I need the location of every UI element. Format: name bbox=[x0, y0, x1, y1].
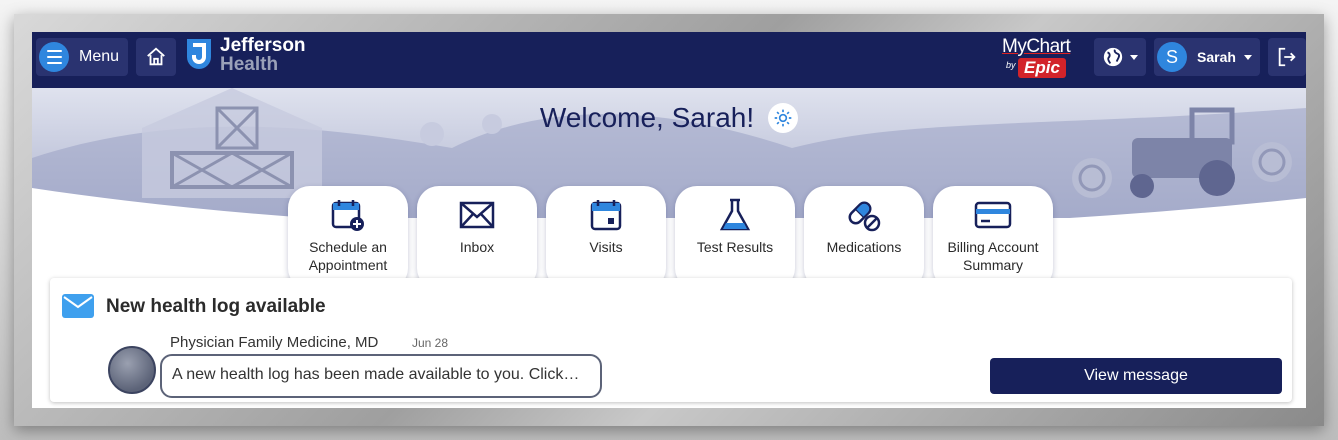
card-title: New health log available bbox=[106, 296, 326, 317]
home-button[interactable] bbox=[136, 38, 176, 76]
user-name: Sarah bbox=[1197, 49, 1236, 65]
pill-icon bbox=[848, 201, 881, 232]
mychart-app: Menu Jefferson Health MyChart by Epic S … bbox=[32, 32, 1306, 408]
mychart-epic-logo: MyChart by Epic bbox=[1002, 36, 1082, 80]
logout-button[interactable] bbox=[1268, 38, 1306, 76]
quick-link-medications[interactable]: Medications bbox=[804, 186, 924, 290]
logout-icon bbox=[1278, 47, 1296, 67]
avatar bbox=[108, 346, 156, 394]
health-log-message-card: New health log available Physician Famil… bbox=[50, 278, 1292, 402]
view-message-button[interactable]: View message bbox=[990, 358, 1282, 394]
calendar-plus-icon bbox=[331, 200, 364, 231]
mychart-by: by bbox=[1006, 60, 1016, 70]
avatar: S bbox=[1157, 42, 1187, 72]
jefferson-health-logo[interactable]: Jefferson Health bbox=[184, 36, 306, 74]
brand-name-line1: Jefferson bbox=[220, 35, 306, 56]
mychart-wordmark: MyChart bbox=[1002, 36, 1071, 57]
user-account-button[interactable]: S Sarah bbox=[1154, 38, 1260, 76]
home-icon bbox=[147, 47, 165, 66]
quick-link-test-results[interactable]: Test Results bbox=[675, 186, 795, 290]
envelope-icon bbox=[459, 201, 495, 229]
chevron-down-icon bbox=[1243, 54, 1252, 60]
quick-link-label: Billing Account Summary bbox=[947, 239, 1039, 273]
quick-link-label: Schedule an Appointment bbox=[308, 239, 388, 273]
message-preview[interactable]: A new health log has been made available… bbox=[160, 354, 602, 398]
menu-label: Menu bbox=[79, 48, 120, 65]
quick-link-inbox[interactable]: Inbox bbox=[417, 186, 537, 290]
quick-link-label: Medications bbox=[826, 239, 902, 255]
credit-card-icon bbox=[974, 201, 1012, 229]
language-button[interactable] bbox=[1094, 38, 1146, 76]
quick-link-label: Visits bbox=[589, 239, 623, 255]
chevron-down-icon bbox=[1130, 54, 1138, 60]
quick-link-visits[interactable]: Visits bbox=[546, 186, 666, 290]
globe-icon bbox=[1103, 47, 1123, 67]
calendar-icon bbox=[590, 200, 622, 231]
envelope-icon bbox=[62, 294, 94, 318]
message-sender: Physician Family Medicine, MD bbox=[170, 334, 379, 351]
gear-icon bbox=[774, 109, 792, 127]
hamburger-icon bbox=[39, 42, 69, 72]
quick-link-label: Test Results bbox=[696, 239, 774, 255]
menu-button[interactable]: Menu bbox=[36, 38, 128, 76]
flask-icon bbox=[719, 198, 751, 231]
epic-wordmark: Epic bbox=[1018, 58, 1066, 78]
quick-link-schedule-appointment[interactable]: Schedule an Appointment bbox=[288, 186, 408, 290]
jefferson-logo-icon bbox=[187, 39, 211, 69]
brand-name-line2: Health bbox=[220, 54, 279, 75]
quick-link-label: Inbox bbox=[459, 239, 495, 255]
page-title: Welcome, Sarah! bbox=[539, 102, 755, 133]
message-date: Jun 28 bbox=[412, 336, 449, 350]
top-nav-bar: Menu Jefferson Health MyChart by Epic S … bbox=[32, 32, 1306, 88]
quick-link-billing-summary[interactable]: Billing Account Summary bbox=[933, 186, 1053, 290]
personalize-button[interactable] bbox=[768, 103, 799, 133]
